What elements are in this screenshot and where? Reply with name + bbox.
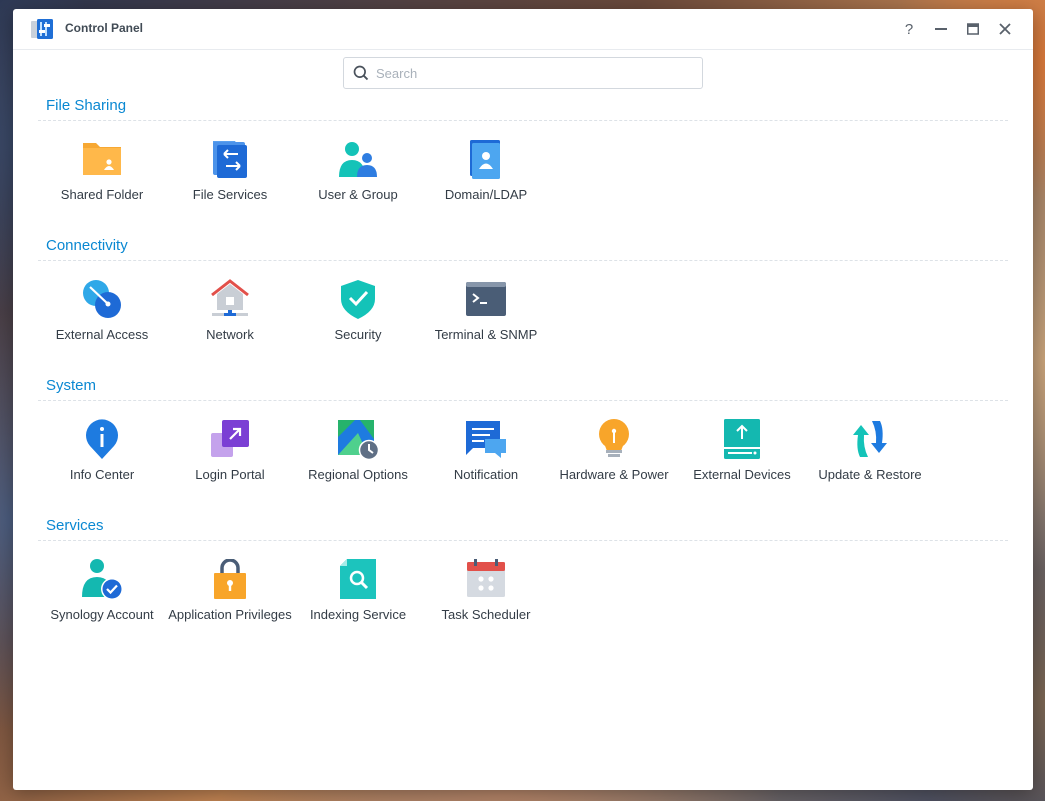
calendar-icon (467, 559, 505, 597)
item-label: Update & Restore (818, 467, 922, 482)
external-access-icon (83, 280, 121, 318)
minimize-button[interactable] (931, 19, 951, 39)
window-title: Control Panel (65, 21, 144, 35)
item-domain-ldap[interactable]: Domain/LDAP (422, 133, 550, 233)
item-label: External Devices (693, 467, 791, 482)
maximize-icon (967, 23, 979, 35)
item-external-access[interactable]: External Access (38, 273, 166, 373)
close-icon (999, 23, 1011, 35)
search-icon (353, 65, 369, 81)
item-label: External Access (55, 327, 149, 342)
item-shared-folder[interactable]: Shared Folder (38, 133, 166, 233)
user-group-icon (339, 142, 377, 177)
section-divider (38, 400, 1008, 401)
section-system: System Info Center Login Portal Regional… (13, 373, 1033, 513)
item-network[interactable]: Network (166, 273, 294, 373)
item-label: Login Portal (195, 467, 265, 482)
item-label: Hardware & Power (559, 467, 669, 482)
section-connectivity: Connectivity External Access Network Sec… (13, 233, 1033, 373)
indexing-icon (340, 559, 376, 599)
item-label: Application Privileges (168, 607, 292, 622)
shield-icon (341, 280, 375, 319)
item-notification[interactable]: Notification (422, 413, 550, 513)
notification-icon (466, 421, 506, 458)
terminal-icon (466, 282, 506, 316)
item-file-services[interactable]: File Services (166, 133, 294, 233)
help-button[interactable]: ? (899, 19, 919, 39)
section-title: Services (46, 517, 104, 534)
section-divider (38, 540, 1008, 541)
item-label: Task Scheduler (441, 607, 531, 622)
item-user-group[interactable]: User & Group (294, 133, 422, 233)
item-indexing-service[interactable]: Indexing Service (294, 553, 422, 653)
search-input[interactable] (376, 58, 694, 88)
item-update-restore[interactable]: Update & Restore (806, 413, 934, 513)
file-services-icon (213, 141, 247, 178)
item-label: Domain/LDAP (444, 187, 528, 202)
item-hardware-power[interactable]: Hardware & Power (550, 413, 678, 513)
network-icon (211, 279, 249, 316)
update-restore-icon (853, 421, 887, 457)
lightbulb-icon (599, 419, 629, 457)
item-label: Synology Account (50, 607, 154, 622)
section-title: File Sharing (46, 97, 127, 114)
section-file-sharing: File Sharing Shared Folder File Services… (13, 93, 1033, 233)
item-label: Indexing Service (309, 607, 407, 622)
item-application-privileges[interactable]: Application Privileges (166, 553, 294, 653)
synology-account-icon (82, 559, 122, 599)
section-divider (38, 120, 1008, 121)
domain-ldap-icon (470, 140, 500, 179)
help-icon: ? (904, 20, 914, 38)
item-label: Terminal & SNMP (434, 327, 538, 342)
item-label: Security (334, 327, 382, 342)
item-label: Network (206, 327, 254, 342)
control-panel-window: Control Panel ? File Sharing (13, 9, 1033, 790)
title-bar[interactable]: Control Panel ? (13, 9, 1033, 50)
item-label: Notification (453, 467, 519, 482)
item-external-devices[interactable]: External Devices (678, 413, 806, 513)
minimize-icon (935, 28, 947, 30)
item-login-portal[interactable]: Login Portal (166, 413, 294, 513)
section-title: System (46, 377, 97, 394)
external-devices-icon (724, 419, 760, 459)
control-panel-app-icon (31, 19, 53, 39)
item-label: User & Group (318, 187, 398, 202)
search-box[interactable] (343, 57, 703, 89)
item-synology-account[interactable]: Synology Account (38, 553, 166, 653)
item-label: Shared Folder (60, 187, 144, 202)
maximize-button[interactable] (963, 19, 983, 39)
item-security[interactable]: Security (294, 273, 422, 373)
item-terminal-snmp[interactable]: Terminal & SNMP (422, 273, 550, 373)
item-task-scheduler[interactable]: Task Scheduler (422, 553, 550, 653)
section-title: Connectivity (46, 237, 128, 254)
item-label: File Services (192, 187, 268, 202)
item-label: Info Center (69, 467, 135, 482)
section-divider (38, 260, 1008, 261)
regional-options-icon (338, 420, 378, 459)
info-icon (86, 419, 118, 459)
section-services: Services Synology Account Application Pr… (13, 513, 1033, 653)
close-button[interactable] (995, 19, 1015, 39)
lock-icon (214, 559, 246, 599)
login-portal-icon (211, 420, 249, 457)
folder-icon (83, 143, 121, 175)
item-regional-options[interactable]: Regional Options (294, 413, 422, 513)
item-label: Regional Options (308, 467, 408, 482)
item-info-center[interactable]: Info Center (38, 413, 166, 513)
control-panel-content: File Sharing Shared Folder File Services… (13, 93, 1033, 653)
